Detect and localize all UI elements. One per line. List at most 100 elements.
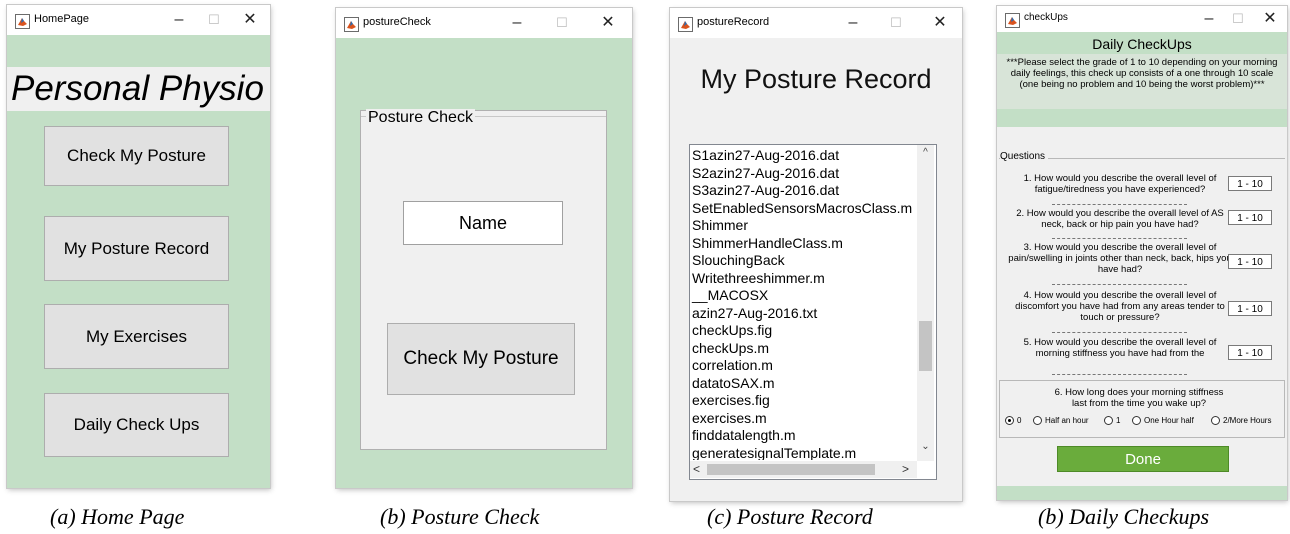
file-list-item[interactable]: finddatalength.m [690, 427, 916, 445]
questions-label: Questions [1000, 151, 1049, 162]
question-3-input[interactable]: 1 - 10 [1228, 254, 1272, 269]
minimize-icon[interactable]: – [168, 9, 190, 31]
option-0[interactable]: 0 [1005, 416, 1021, 425]
file-list-item[interactable]: SetEnabledSensorsMacrosClass.m [690, 200, 916, 218]
file-list-item[interactable]: __MACOSX [690, 287, 916, 305]
close-icon[interactable]: ✕ [929, 12, 951, 34]
file-list-item[interactable]: Writethreeshimmer.m [690, 270, 916, 288]
vertical-scrollbar[interactable]: ^ ⌄ [917, 145, 934, 461]
matlab-icon [1005, 13, 1020, 28]
file-list-item[interactable]: exercises.fig [690, 392, 916, 410]
question-4: 4. How would you describe the overall le… [1015, 290, 1225, 323]
file-list-item[interactable]: ShimmerHandleClass.m [690, 235, 916, 253]
question-5-input[interactable]: 1 - 10 [1228, 345, 1272, 360]
checkups-instructions: ***Please select the grade of 1 to 10 de… [997, 54, 1287, 109]
caption-a: (a) Home Page [50, 504, 185, 529]
record-heading: My Posture Record [700, 64, 932, 94]
divider [1052, 332, 1187, 333]
file-list-item[interactable]: S3azin27-Aug-2016.dat [690, 182, 916, 200]
scroll-up-icon[interactable]: ^ [917, 147, 934, 158]
file-list-item[interactable]: S2azin27-Aug-2016.dat [690, 165, 916, 183]
maximize-icon[interactable]: ☐ [551, 12, 573, 34]
window-title: checkUps [1024, 12, 1068, 23]
file-list: S1azin27-Aug-2016.dat S2azin27-Aug-2016.d… [690, 147, 916, 460]
option-one-hour-half[interactable]: One Hour half [1132, 416, 1194, 425]
file-list-item[interactable]: Shimmer [690, 217, 916, 235]
radio-icon[interactable] [1132, 416, 1141, 425]
file-list-item[interactable]: SlouchingBack [690, 252, 916, 270]
name-field[interactable]: Name [403, 201, 563, 245]
homepage-titlebar: HomePage – ☐ ✕ [7, 5, 270, 35]
file-list-item[interactable]: generatesignalTemplate.m [690, 445, 916, 461]
window-title: postureCheck [363, 16, 431, 28]
file-list-item[interactable]: datatoSAX.m [690, 375, 916, 393]
minimize-icon[interactable]: – [506, 12, 528, 34]
daily-checkups-button[interactable]: Daily Check Ups [44, 393, 229, 457]
posture-record-button[interactable]: My Posture Record [44, 216, 229, 281]
file-list-item[interactable]: azin27-Aug-2016.txt [690, 305, 916, 323]
check-posture-button[interactable]: Check My Posture [44, 126, 229, 186]
maximize-icon[interactable]: ☐ [1227, 8, 1249, 30]
question-6: 6. How long does your morning stiffness … [1054, 387, 1224, 409]
question-3: 3. How would you describe the overall le… [1008, 242, 1232, 275]
check-posture-button[interactable]: Check My Posture [387, 323, 575, 395]
close-icon[interactable]: ✕ [1259, 8, 1281, 30]
question-4-input[interactable]: 1 - 10 [1228, 301, 1272, 316]
close-icon[interactable]: ✕ [239, 9, 261, 31]
maximize-icon[interactable]: ☐ [885, 12, 907, 34]
window-title: HomePage [34, 13, 90, 25]
matlab-icon [678, 17, 693, 32]
checkups-header: Daily CheckUps ***Please select the grad… [997, 32, 1287, 127]
done-button[interactable]: Done [1057, 446, 1229, 472]
posture-record-titlebar: postureRecord – ☐ ✕ [670, 8, 962, 38]
matlab-icon [344, 17, 359, 32]
radio-icon[interactable] [1104, 416, 1113, 425]
divider [1052, 204, 1187, 205]
posture-check-window: postureCheck – ☐ ✕ Posture Check Name Ch… [336, 8, 632, 488]
file-list-item[interactable]: correlation.m [690, 357, 916, 375]
radio-icon[interactable] [1033, 416, 1042, 425]
caption-d: (b) Daily Checkups [1038, 504, 1210, 529]
scroll-thumb[interactable] [919, 321, 932, 371]
radio-icon[interactable] [1211, 416, 1220, 425]
close-icon[interactable]: ✕ [597, 12, 619, 34]
scroll-left-icon[interactable]: < [693, 462, 700, 476]
radio-selected-icon[interactable] [1005, 416, 1014, 425]
app-heading: Personal Physio [7, 67, 270, 111]
question-2: 2. How would you describe the overall le… [1016, 208, 1224, 230]
posture-check-titlebar: postureCheck – ☐ ✕ [336, 8, 632, 38]
window-title: postureRecord [697, 16, 770, 28]
checkups-window: checkUps – ☐ ✕ Daily CheckUps ***Please … [997, 6, 1287, 500]
h-scroll-thumb[interactable] [707, 464, 875, 475]
scroll-right-icon[interactable]: > [902, 462, 909, 476]
file-list-item[interactable]: exercises.m [690, 410, 916, 428]
matlab-icon [15, 14, 30, 29]
file-list-item[interactable]: S1azin27-Aug-2016.dat [690, 147, 916, 165]
option-2-more-hours[interactable]: 2/More Hours [1211, 416, 1271, 425]
file-listbox[interactable]: S1azin27-Aug-2016.dat S2azin27-Aug-2016.d… [689, 144, 937, 480]
caption-c: (c) Posture Record [707, 504, 873, 529]
horizontal-scrollbar[interactable]: < > [690, 461, 917, 478]
panel-title: Posture Check [366, 109, 475, 127]
minimize-icon[interactable]: – [1198, 8, 1220, 30]
caption-b: (b) Posture Check [380, 504, 540, 529]
maximize-icon[interactable]: ☐ [203, 9, 225, 31]
option-1[interactable]: 1 [1104, 416, 1120, 425]
question-1-input[interactable]: 1 - 10 [1228, 176, 1272, 191]
header-band [7, 35, 270, 67]
scroll-down-icon[interactable]: ⌄ [917, 441, 934, 452]
file-list-item[interactable]: checkUps.m [690, 340, 916, 358]
checkups-titlebar: checkUps – ☐ ✕ [997, 6, 1287, 32]
divider [1052, 284, 1187, 285]
minimize-icon[interactable]: – [842, 12, 864, 34]
posture-record-window: postureRecord – ☐ ✕ My Posture Record S1… [670, 8, 962, 501]
divider [1052, 238, 1187, 239]
exercises-button[interactable]: My Exercises [44, 304, 229, 369]
question-2-input[interactable]: 1 - 10 [1228, 210, 1272, 225]
option-half-hour[interactable]: Half an hour [1033, 416, 1089, 425]
file-list-item[interactable]: checkUps.fig [690, 322, 916, 340]
question-1: 1. How would you describe the overall le… [1023, 173, 1217, 195]
homepage-window: HomePage – ☐ ✕ Personal Physio Check My … [7, 5, 270, 488]
divider [1052, 374, 1187, 375]
panel-inner-border [361, 116, 606, 449]
